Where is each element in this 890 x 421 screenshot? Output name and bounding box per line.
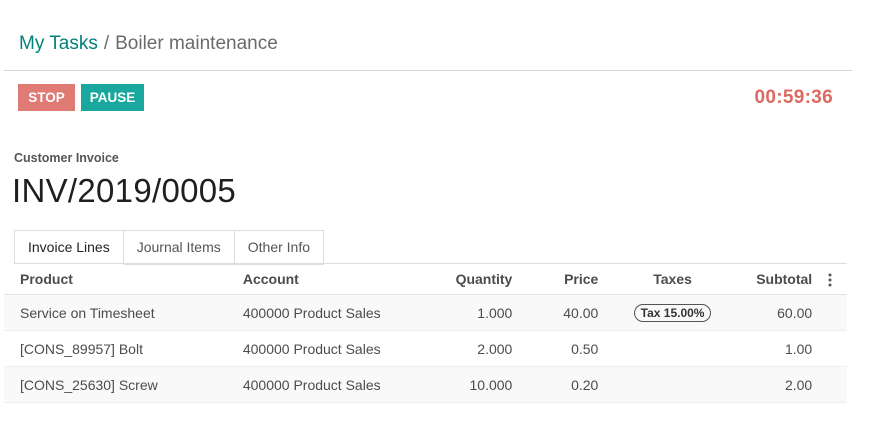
breadcrumb-current: Boiler maintenance (115, 33, 278, 54)
cell-taxes: Tax 15.00% (599, 294, 735, 331)
table-header-row: Product Account Quantity Price Taxes Sub… (4, 264, 847, 295)
task-timer-page: My Tasks / Boiler maintenance STOP PAUSE 0… (0, 0, 890, 421)
breadcrumb-separator: / (103, 33, 110, 54)
cell-product: [CONS_25630] Screw (4, 366, 242, 403)
cell-options (813, 294, 847, 331)
cell-subtotal: 60.00 (734, 294, 814, 331)
cell-quantity: 2.000 (405, 330, 513, 367)
invoice-lines-table: Product Account Quantity Price Taxes Sub… (4, 264, 847, 403)
document-type-label: Customer Invoice (14, 151, 119, 165)
pause-button[interactable]: PAUSE (81, 84, 144, 111)
breadcrumb: My Tasks / Boiler maintenance (19, 33, 278, 55)
tax-badge: Tax 15.00% (633, 303, 712, 322)
document-title: INV/2019/0005 (12, 172, 237, 209)
cell-account: 400000 Product Sales (241, 330, 406, 367)
column-options-toggle[interactable] (813, 264, 847, 295)
cell-price: 0.20 (512, 366, 600, 403)
cell-quantity: 1.000 (405, 294, 513, 331)
cell-quantity: 10.000 (405, 366, 513, 403)
tab-journal-items[interactable]: Journal Items (123, 230, 235, 265)
table-row[interactable]: Service on Timesheet 400000 Product Sale… (4, 294, 847, 331)
cell-price: 0.50 (512, 330, 600, 367)
cell-account: 400000 Product Sales (241, 294, 406, 331)
cell-subtotal: 2.00 (734, 366, 814, 403)
notebook-tabs: Invoice Lines Journal Items Other Info (14, 230, 325, 265)
timer-display: 00:59:36 (754, 87, 833, 108)
cell-taxes (599, 330, 735, 367)
column-header-quantity[interactable]: Quantity (405, 264, 513, 295)
column-header-subtotal[interactable]: Subtotal (734, 264, 814, 295)
column-header-price[interactable]: Price (512, 264, 600, 295)
cell-product: Service on Timesheet (4, 294, 242, 331)
breadcrumb-my-tasks-link[interactable]: My Tasks (19, 33, 98, 54)
table-row[interactable]: [CONS_25630] Screw 400000 Product Sales … (4, 366, 847, 403)
cell-product: [CONS_89957] Bolt (4, 330, 242, 367)
column-header-taxes[interactable]: Taxes (599, 264, 735, 295)
control-panel: My Tasks / Boiler maintenance (4, 0, 852, 71)
column-header-account[interactable]: Account (241, 264, 406, 295)
column-header-product[interactable]: Product (4, 264, 242, 295)
cell-subtotal: 1.00 (734, 330, 814, 367)
cell-account: 400000 Product Sales (241, 366, 406, 403)
table-row[interactable]: [CONS_89957] Bolt 400000 Product Sales 2… (4, 330, 847, 367)
tab-invoice-lines[interactable]: Invoice Lines (14, 230, 124, 265)
cell-options (813, 330, 847, 367)
cell-price: 40.00 (512, 294, 600, 331)
kebab-vertical-icon (828, 273, 832, 287)
cell-options (813, 366, 847, 403)
tab-other-info[interactable]: Other Info (234, 230, 325, 265)
cell-taxes (599, 366, 735, 403)
stop-button[interactable]: STOP (18, 84, 75, 111)
